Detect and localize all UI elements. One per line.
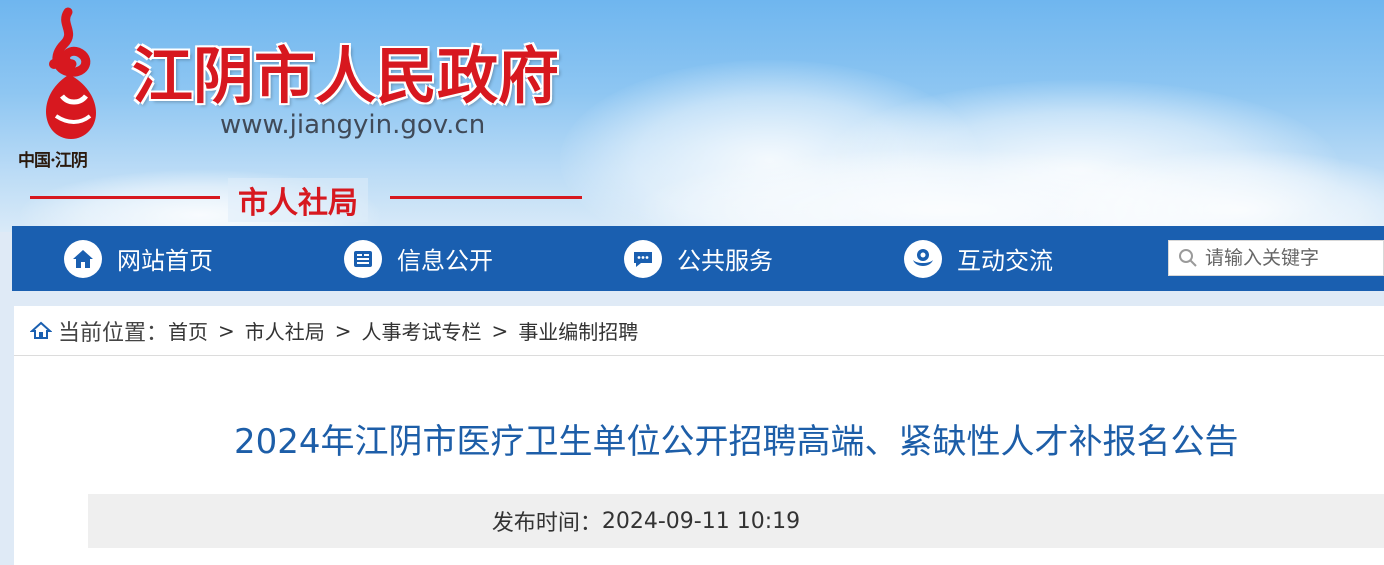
- department-divider-right: [390, 196, 582, 199]
- nav-item-interaction[interactable]: 互动交流: [904, 226, 1053, 291]
- city-emblem-icon: [46, 7, 96, 139]
- nav-item-label: 信息公开: [397, 247, 493, 275]
- nav-item-label: 网站首页: [117, 247, 213, 275]
- main-content: 当前位置： 首页 > 市人社局 > 人事考试专栏 > 事业编制招聘 2024年江…: [14, 306, 1384, 565]
- search-box: [1168, 240, 1384, 276]
- chat-bubble-icon: [624, 239, 662, 278]
- city-logo[interactable]: 中国·江阴: [16, 4, 126, 174]
- home-icon: [64, 239, 102, 278]
- publish-time-value: 2024-09-11 10:19: [601, 508, 801, 534]
- site-title[interactable]: 江阴市人民政府: [132, 26, 559, 115]
- breadcrumb-link-exam-column[interactable]: 人事考试专栏: [362, 316, 482, 345]
- nav-item-label: 公共服务: [677, 247, 773, 275]
- interaction-icon: [904, 239, 942, 278]
- site-url: www.jiangyin.gov.cn: [220, 110, 486, 140]
- nav-item-public-service[interactable]: 公共服务: [624, 226, 773, 291]
- breadcrumb-separator: >: [491, 318, 509, 343]
- publish-time-label: 发布时间：: [491, 511, 602, 536]
- breadcrumb: 当前位置： 首页 > 市人社局 > 人事考试专栏 > 事业编制招聘: [14, 306, 1384, 356]
- article-meta-bar: 发布时间： 2024-09-11 10:19: [88, 494, 1384, 548]
- breadcrumb-separator: >: [218, 318, 235, 343]
- breadcrumb-link-home[interactable]: 首页: [168, 316, 208, 345]
- breadcrumb-link-hr-bureau[interactable]: 市人社局: [245, 316, 325, 345]
- header-banner: 中国·江阴 江阴市人民政府 www.jiangyin.gov.cn 市人社局: [0, 0, 1384, 232]
- search-input[interactable]: [1205, 247, 1375, 269]
- article-title: 2024年江阴市医疗卫生单位公开招聘高端、紧缺性人才补报名公告: [234, 422, 1239, 462]
- nav-item-info-disclosure[interactable]: 信息公开: [344, 226, 493, 291]
- nav-item-home[interactable]: 网站首页: [64, 226, 213, 291]
- logo-caption: 中国·江阴: [18, 151, 88, 171]
- breadcrumb-prefix: 当前位置：: [58, 320, 169, 346]
- document-list-icon: [344, 239, 382, 278]
- nav-item-label: 互动交流: [957, 247, 1053, 275]
- breadcrumb-separator: >: [334, 318, 352, 343]
- home-icon: [30, 321, 52, 339]
- search-icon[interactable]: [1178, 248, 1198, 268]
- department-divider-left: [30, 196, 220, 199]
- department-name: 市人社局: [228, 178, 368, 222]
- breadcrumb-link-recruitment[interactable]: 事业编制招聘: [518, 316, 638, 345]
